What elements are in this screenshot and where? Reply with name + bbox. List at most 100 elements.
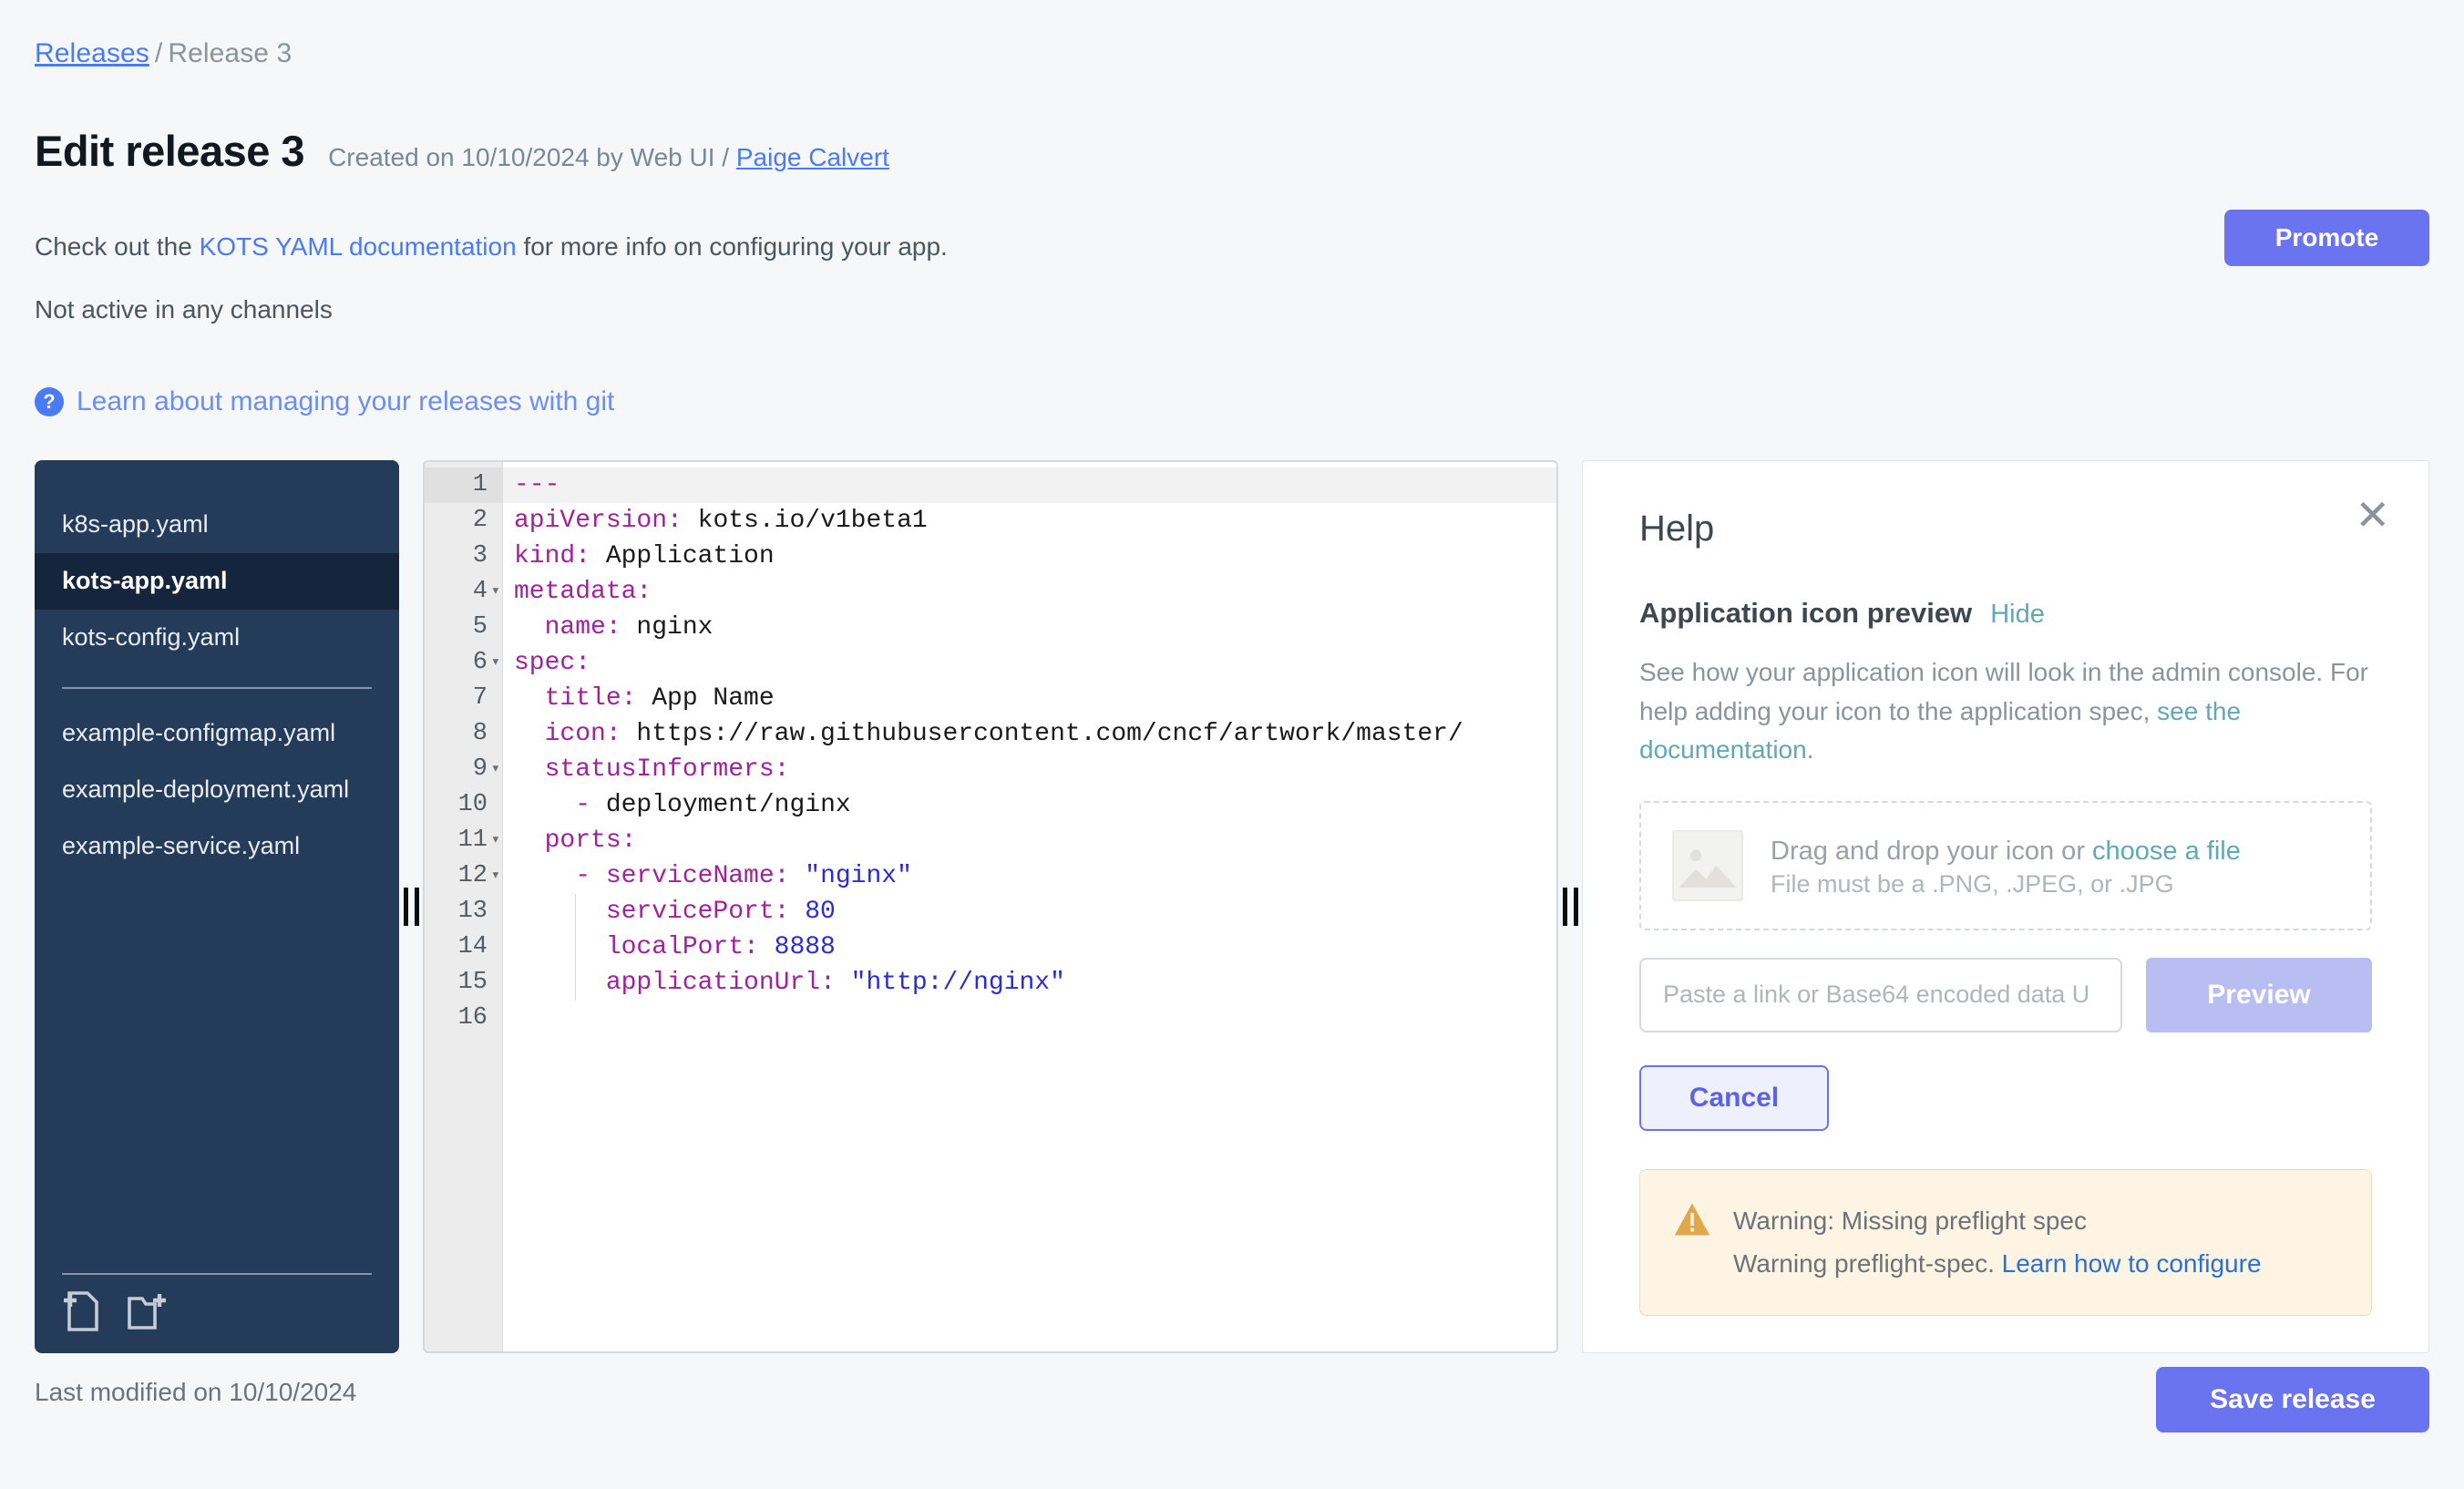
sidebar-resize-handle[interactable] (399, 460, 423, 1353)
icon-url-input[interactable] (1639, 958, 2122, 1032)
cancel-button[interactable]: Cancel (1639, 1065, 1829, 1131)
code-line: statusInformers: (503, 752, 1556, 787)
code-token: 8888 (759, 933, 836, 961)
warning-line-2-text: Warning preflight-spec. (1733, 1249, 2002, 1278)
line-number: 6▾ (425, 645, 502, 681)
file-item-example-configmap[interactable]: example-configmap.yaml (35, 705, 399, 762)
subtitle-after: for more info on configuring your app. (517, 232, 948, 261)
fold-arrow-icon[interactable]: ▾ (491, 858, 500, 894)
code-token: icon: (514, 720, 621, 748)
help-panel: ✕ Help Application icon preview Hide See… (1582, 460, 2429, 1353)
code-line: spec: (503, 645, 1556, 681)
created-meta: Created on 10/10/2024 by Web UI / Paige … (328, 143, 889, 172)
yaml-editor[interactable]: 1 2 3 4▾ 5 6▾ 7 8 9▾ 10 11▾ 12▾ 13 14 15… (423, 460, 1558, 1353)
code-token: - (514, 862, 606, 890)
code-token: statusInformers: (514, 755, 789, 784)
file-list-examples: example-configmap.yaml example-deploymen… (35, 705, 399, 874)
code-token: kots.io/v1beta1 (683, 507, 928, 535)
line-number: 16 (425, 1001, 502, 1036)
line-number: 15 (425, 965, 502, 1001)
learn-how-to-configure-link[interactable]: Learn how to configure (2002, 1249, 2262, 1278)
add-folder-icon[interactable] (126, 1289, 169, 1333)
icon-dropzone[interactable]: Drag and drop your icon or choose a file… (1639, 801, 2372, 930)
code-token: applicationUrl: (514, 969, 836, 997)
fold-arrow-icon[interactable]: ▾ (491, 645, 500, 681)
author-link[interactable]: Paige Calvert (736, 143, 889, 171)
breadcrumb-releases-link[interactable]: Releases (35, 38, 149, 68)
close-icon[interactable]: ✕ (2355, 494, 2390, 536)
sidebar-footer (62, 1273, 372, 1353)
breadcrumb-current: Release 3 (168, 38, 292, 68)
kots-yaml-docs-link[interactable]: KOTS YAML documentation (200, 232, 517, 261)
file-sidebar: k8s-app.yaml kots-app.yaml kots-config.y… (35, 460, 399, 1353)
indent-guide (575, 894, 576, 1001)
help-resize-handle[interactable] (1558, 460, 1582, 1353)
editor-code-area[interactable]: --- apiVersion: kots.io/v1beta1 kind: Appl… (503, 462, 1556, 1351)
line-number: 1 (425, 467, 502, 503)
code-token: servicePort: (514, 898, 789, 926)
code-token: Application (590, 542, 775, 570)
resize-grip-bar (1563, 888, 1567, 926)
code-line: name: nginx (503, 610, 1556, 645)
file-item-k8s-app[interactable]: k8s-app.yaml (35, 497, 399, 553)
code-line: ports: (503, 823, 1556, 858)
code-line: kind: Application (503, 539, 1556, 574)
warning-line-1: Warning: Missing preflight spec (1733, 1207, 2087, 1235)
resize-grip-bar (1574, 888, 1578, 926)
dropzone-subtext: File must be a .PNG, .JPEG, or .JPG (1771, 870, 2174, 898)
code-line: metadata: (503, 574, 1556, 610)
code-line: title: App Name (503, 681, 1556, 716)
code-token: --- (514, 471, 560, 499)
code-token: deployment/nginx (606, 791, 851, 819)
code-token: title: (514, 684, 636, 713)
code-line: --- (503, 467, 1556, 503)
code-line: applicationUrl: "http://nginx" (503, 965, 1556, 1001)
line-number: 5 (425, 610, 502, 645)
line-number: 4▾ (425, 574, 502, 610)
code-line: - serviceName: "nginx" (503, 858, 1556, 894)
help-section-title: Application icon preview (1639, 597, 1972, 630)
fold-arrow-icon[interactable]: ▾ (491, 752, 500, 787)
promote-button[interactable]: Promote (2224, 210, 2429, 266)
line-number: 13 (425, 894, 502, 929)
code-token: kind: (514, 542, 590, 570)
code-token: spec: (514, 649, 590, 677)
file-item-kots-app[interactable]: kots-app.yaml (35, 553, 399, 610)
file-item-example-service[interactable]: example-service.yaml (35, 818, 399, 875)
breadcrumb: Releases/Release 3 (35, 38, 292, 69)
code-token: "http://nginx" (836, 969, 1065, 997)
code-token: metadata: (514, 578, 652, 606)
add-file-icon[interactable] (62, 1289, 102, 1333)
code-token: localPort: (514, 933, 759, 961)
hide-preview-link[interactable]: Hide (1990, 600, 2045, 630)
line-number: 8 (425, 716, 502, 752)
code-token: serviceName: (606, 862, 790, 890)
choose-a-file-link[interactable]: choose a file (2092, 837, 2241, 866)
resize-grip-bar (415, 888, 419, 926)
code-token: App Name (636, 684, 774, 713)
code-token: apiVersion: (514, 507, 683, 535)
title-row: Edit release 3 Created on 10/10/2024 by … (35, 126, 889, 176)
git-help-link[interactable]: Learn about managing your releases with … (77, 386, 614, 417)
help-section-header: Application icon preview Hide (1639, 597, 2372, 630)
line-number: 14 (425, 929, 502, 965)
file-item-example-deployment[interactable]: example-deployment.yaml (35, 762, 399, 818)
file-list-primary: k8s-app.yaml kots-app.yaml kots-config.y… (35, 497, 399, 665)
help-description-text: See how your application icon will look … (1639, 658, 2368, 725)
git-help-row[interactable]: ? Learn about managing your releases wit… (35, 386, 614, 417)
save-release-button[interactable]: Save release (2156, 1367, 2429, 1433)
last-modified-text: Last modified on 10/10/2024 (35, 1378, 356, 1407)
code-token: 80 (789, 898, 835, 926)
file-item-kots-config[interactable]: kots-config.yaml (35, 610, 399, 666)
help-panel-title: Help (1639, 508, 2372, 549)
code-token: nginx (621, 613, 714, 642)
subtitle-before: Check out the (35, 232, 200, 261)
fold-arrow-icon[interactable]: ▾ (491, 823, 500, 858)
line-number: 3 (425, 539, 502, 574)
image-placeholder-icon (1672, 830, 1743, 901)
code-line: icon: https://raw.githubusercontent.com/… (503, 716, 1556, 752)
code-token: https://raw.githubusercontent.com/cncf/a… (621, 720, 1463, 748)
question-mark-icon: ? (35, 387, 64, 416)
fold-arrow-icon[interactable]: ▾ (491, 574, 500, 610)
preview-button[interactable]: Preview (2146, 958, 2372, 1032)
